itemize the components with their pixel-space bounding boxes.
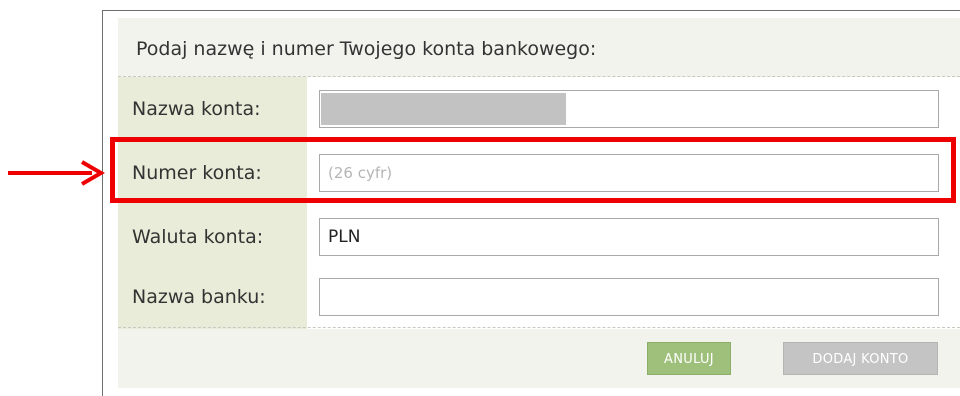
redacted-value xyxy=(321,93,566,125)
bank-name-input-cell xyxy=(307,265,960,329)
account-number-label: Numer konta: xyxy=(132,162,262,184)
account-name-label: Nazwa konta: xyxy=(132,98,261,120)
currency-input[interactable] xyxy=(319,218,939,256)
currency-input-cell xyxy=(307,205,960,269)
bank-name-input[interactable] xyxy=(319,278,939,316)
arrow-right-icon xyxy=(8,160,105,186)
account-number-input-cell xyxy=(307,141,960,205)
account-number-input[interactable] xyxy=(319,154,939,192)
form-title: Podaj nazwę i numer Twojego konta bankow… xyxy=(136,38,597,60)
bank-name-label-cell: Nazwa banku: xyxy=(118,265,307,329)
cancel-button[interactable]: ANULUJ xyxy=(647,342,731,375)
bank-name-label: Nazwa banku: xyxy=(132,286,266,308)
currency-label-cell: Waluta konta: xyxy=(118,205,307,269)
account-number-label-cell: Numer konta: xyxy=(118,141,307,205)
account-name-label-cell: Nazwa konta: xyxy=(118,77,307,141)
currency-label: Waluta konta: xyxy=(132,226,264,248)
divider xyxy=(118,327,960,328)
add-account-button[interactable]: DODAJ KONTO xyxy=(783,342,938,375)
account-name-input-cell xyxy=(307,77,960,141)
